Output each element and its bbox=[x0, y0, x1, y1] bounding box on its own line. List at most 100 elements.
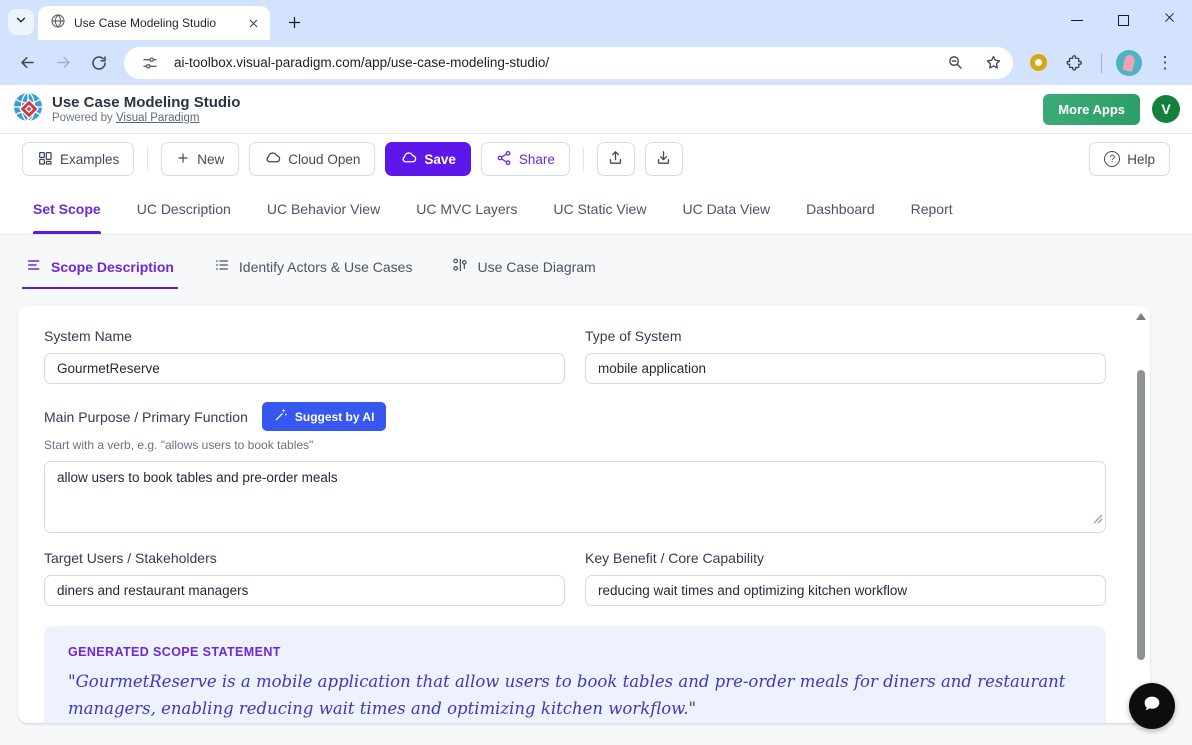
type-of-system-label: Type of System bbox=[585, 328, 1106, 344]
main-tab-bar: Set Scope UC Description UC Behavior Vie… bbox=[0, 184, 1192, 235]
chevron-down-icon bbox=[14, 13, 28, 32]
zoom-icon[interactable] bbox=[941, 49, 969, 77]
tab-report[interactable]: Report bbox=[911, 184, 953, 234]
system-name-group: System Name bbox=[44, 319, 565, 384]
toolbar-separator bbox=[1101, 53, 1102, 73]
examples-button[interactable]: Examples bbox=[22, 142, 134, 176]
forward-button[interactable] bbox=[46, 46, 80, 80]
cloud-open-button[interactable]: Cloud Open bbox=[249, 142, 375, 176]
save-button[interactable]: Save bbox=[385, 142, 471, 176]
target-users-input[interactable] bbox=[44, 575, 565, 606]
browser-tab[interactable]: Use Case Modeling Studio bbox=[38, 6, 270, 40]
cloud-icon bbox=[264, 149, 281, 169]
scrollbar-thumb[interactable] bbox=[1137, 370, 1145, 660]
help-label: Help bbox=[1127, 152, 1155, 167]
new-button[interactable]: New bbox=[161, 142, 239, 176]
toolbar-divider bbox=[583, 147, 584, 171]
diagram-nodes-icon bbox=[452, 257, 468, 276]
scope-statement-heading: GENERATED SCOPE STATEMENT bbox=[68, 645, 1082, 659]
help-button[interactable]: ? Help bbox=[1089, 142, 1170, 176]
scope-form-card: System Name Type of System Main Purpose … bbox=[18, 306, 1150, 723]
help-wrap: ? Help bbox=[1089, 142, 1170, 176]
suggest-by-ai-button[interactable]: Suggest by AI bbox=[262, 402, 387, 431]
close-icon bbox=[1163, 11, 1176, 29]
toolbar-divider bbox=[147, 147, 148, 171]
minimize-button[interactable] bbox=[1054, 0, 1100, 40]
visual-paradigm-link[interactable]: Visual Paradigm bbox=[116, 112, 200, 124]
subtab-identify-actors-use-cases[interactable]: Identify Actors & Use Cases bbox=[210, 248, 417, 289]
system-name-label: System Name bbox=[44, 328, 565, 344]
action-toolbar: Examples New Cloud Open Save Share bbox=[0, 134, 1192, 184]
main-purpose-hint: Start with a verb, e.g. "allows users to… bbox=[44, 438, 1106, 452]
header-right: More Apps V bbox=[1043, 94, 1180, 125]
share-button[interactable]: Share bbox=[481, 142, 570, 176]
tab-uc-description[interactable]: UC Description bbox=[137, 184, 231, 234]
maximize-button[interactable] bbox=[1100, 0, 1146, 40]
upload-icon bbox=[607, 149, 624, 169]
examples-grid-icon bbox=[37, 150, 53, 169]
visual-paradigm-logo-icon bbox=[12, 91, 44, 128]
site-settings-icon[interactable] bbox=[136, 49, 164, 77]
new-tab-button[interactable] bbox=[282, 10, 306, 34]
tab-uc-mvc-layers[interactable]: UC MVC Layers bbox=[416, 184, 517, 234]
app-header: Use Case Modeling Studio Powered by Visu… bbox=[0, 85, 1192, 134]
subtab-label: Scope Description bbox=[51, 259, 174, 275]
subtab-label: Use Case Diagram bbox=[477, 259, 595, 275]
yellow-ring-icon bbox=[1030, 54, 1047, 71]
system-name-input[interactable] bbox=[44, 353, 565, 384]
scroll-up-arrow[interactable] bbox=[1136, 313, 1146, 323]
extensions-puzzle-button[interactable] bbox=[1057, 46, 1091, 80]
cloud-save-icon bbox=[400, 149, 417, 169]
tab-title: Use Case Modeling Studio bbox=[74, 16, 236, 30]
list-icon bbox=[214, 257, 230, 276]
tab-uc-behavior-view[interactable]: UC Behavior View bbox=[267, 184, 380, 234]
subtab-label: Identify Actors & Use Cases bbox=[239, 259, 413, 275]
download-icon bbox=[655, 149, 672, 169]
type-of-system-group: Type of System bbox=[585, 319, 1106, 384]
generated-scope-statement-box: GENERATED SCOPE STATEMENT "GourmetReserv… bbox=[44, 626, 1106, 723]
avatar-image bbox=[1116, 50, 1142, 76]
scope-statement-text: "GourmetReserve is a mobile application … bbox=[68, 669, 1082, 722]
key-benefit-input[interactable] bbox=[585, 575, 1106, 606]
tab-close-icon[interactable] bbox=[244, 14, 262, 32]
main-purpose-textarea[interactable]: allow users to book tables and pre-order… bbox=[44, 461, 1106, 533]
close-window-button[interactable] bbox=[1146, 0, 1192, 40]
browser-menu-button[interactable]: ⋮ bbox=[1148, 46, 1182, 80]
tab-uc-static-view[interactable]: UC Static View bbox=[553, 184, 646, 234]
target-users-group: Target Users / Stakeholders bbox=[44, 541, 565, 606]
import-button[interactable] bbox=[597, 142, 635, 176]
tab-search-button[interactable] bbox=[8, 9, 34, 35]
main-purpose-header: Main Purpose / Primary Function Suggest … bbox=[44, 402, 1106, 431]
cloud-open-label: Cloud Open bbox=[288, 152, 360, 167]
back-button[interactable] bbox=[10, 46, 44, 80]
tab-uc-data-view[interactable]: UC Data View bbox=[682, 184, 770, 234]
minimize-icon bbox=[1071, 20, 1083, 21]
chat-button[interactable] bbox=[1129, 683, 1175, 729]
key-benefit-label: Key Benefit / Core Capability bbox=[585, 550, 1106, 566]
plus-icon bbox=[176, 151, 190, 168]
extension-badge-icon[interactable] bbox=[1021, 46, 1055, 80]
subtab-scope-description[interactable]: Scope Description bbox=[22, 248, 178, 289]
magic-wand-icon bbox=[274, 408, 288, 425]
tab-dashboard[interactable]: Dashboard bbox=[806, 184, 875, 234]
tab-set-scope[interactable]: Set Scope bbox=[33, 184, 101, 234]
powered-by: Powered by Visual Paradigm bbox=[52, 112, 240, 124]
align-lines-icon bbox=[26, 257, 42, 276]
content-area: Scope Description Identify Actors & Use … bbox=[0, 236, 1192, 745]
profile-avatar[interactable] bbox=[1112, 46, 1146, 80]
more-apps-button[interactable]: More Apps bbox=[1043, 94, 1140, 125]
address-bar[interactable]: ai-toolbox.visual-paradigm.com/app/use-c… bbox=[124, 47, 1013, 79]
export-button[interactable] bbox=[645, 142, 683, 176]
card-scrollbar bbox=[1135, 310, 1147, 719]
app-title-block: Use Case Modeling Studio Powered by Visu… bbox=[52, 94, 240, 124]
subtab-use-case-diagram[interactable]: Use Case Diagram bbox=[448, 248, 599, 289]
window-controls bbox=[1054, 0, 1192, 40]
resize-handle[interactable] bbox=[1093, 511, 1103, 529]
globe-favicon-icon bbox=[50, 13, 66, 34]
reload-button[interactable] bbox=[82, 46, 116, 80]
key-benefit-group: Key Benefit / Core Capability bbox=[585, 541, 1106, 606]
examples-label: Examples bbox=[60, 152, 119, 167]
bookmark-star-icon[interactable] bbox=[979, 49, 1007, 77]
workspace-avatar[interactable]: V bbox=[1152, 95, 1180, 123]
type-of-system-input[interactable] bbox=[585, 353, 1106, 384]
